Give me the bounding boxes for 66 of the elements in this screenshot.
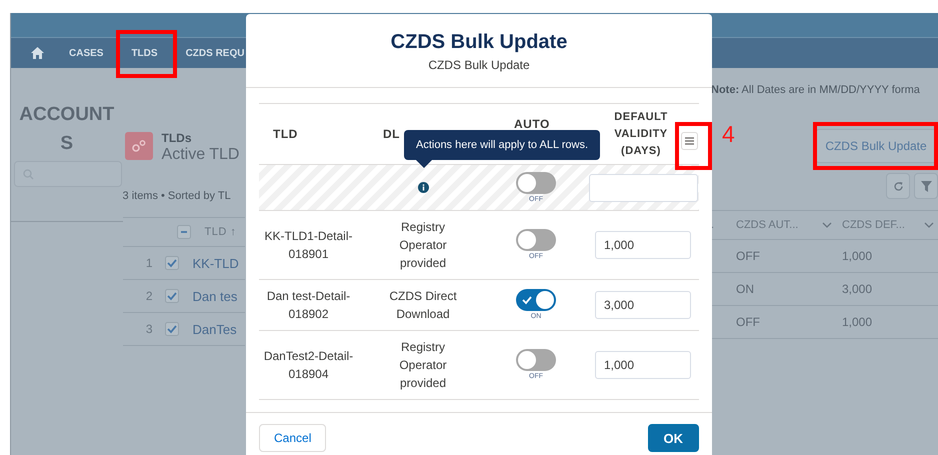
row-checkbox[interactable] [164,256,179,270]
home-icon[interactable] [31,47,44,59]
menu-button[interactable] [681,132,698,150]
validity-input[interactable]: 1,000 [595,351,691,379]
step-number: 4 [722,121,735,147]
tld-link[interactable]: DanTes [192,322,237,336]
validity-input[interactable] [589,174,698,202]
table-cell-text: CZDS Direct Download [388,288,458,323]
column-header[interactable]: TLD ↑ [204,226,236,238]
table-cell-text: 3,000 [842,282,874,296]
row-number: 1 [144,256,154,270]
toggle-switch[interactable] [516,229,556,251]
nav-tab[interactable]: CZDS REQU [186,48,244,58]
highlight-frame [116,30,177,78]
date-format-note: Note: All Dates are in MM/DD/YYYY forma [711,84,920,97]
column-header: . [711,219,716,231]
sidebar-title: ACCOUNTS [18,103,116,156]
column-header[interactable]: CZDS DEF... [842,219,905,231]
cancel-button[interactable]: Cancel [259,424,326,452]
table-cell-text: 1,000 [842,315,874,329]
row-number: 3 [144,322,154,336]
filter-icon [920,180,932,192]
row-checkbox[interactable] [164,322,179,336]
toggle-switch[interactable] [516,349,556,371]
toggle-switch[interactable] [516,289,556,311]
row-checkbox[interactable] [164,289,179,303]
validity-input[interactable]: 1,000 [595,231,691,259]
object-label: TLDs [162,132,192,145]
nav-tab[interactable]: CASES [69,48,104,58]
tld-link[interactable]: KK-TLD [192,256,239,270]
table-cell-text: OFF [736,249,761,263]
ok-button[interactable]: OK [648,424,699,452]
validity-input[interactable]: 3,000 [595,291,691,319]
table-cell-text: DanTest2-Detail-018904 [262,348,354,383]
select-all-checkbox[interactable] [176,225,191,239]
list-view-title[interactable]: Active TLD [162,145,240,165]
object-icon [124,132,153,160]
modal-subtitle: CZDS Bulk Update [428,58,530,72]
menu-icon [685,137,694,145]
table-cell-text: ON [736,282,755,296]
chevron-down-icon[interactable] [924,222,934,228]
column-header: TLD [272,127,299,141]
refresh-button[interactable] [886,173,910,199]
column-header: DL [382,127,400,141]
table-cell-text: OFF [736,315,761,329]
nav-tab[interactable]: TLDS [131,48,158,58]
bulk-update-button[interactable]: CZDS Bulk Update [815,129,936,163]
table-cell-text: 1,000 [842,249,874,263]
table-cell-text: Dan test-Detail-018902 [266,288,352,323]
highlight-frame [675,122,712,170]
table-cell-text: KK-TLD1-Detail-018901 [263,228,354,263]
table-cell-text: Registry Operator provided [398,339,448,392]
tooltip: Actions here will apply to ALL rows. [404,130,600,168]
column-header: DEFAULT VALIDITY (DAYS) [613,110,669,158]
row-number: 2 [144,289,154,303]
filter-button[interactable] [914,173,938,199]
info-icon[interactable] [418,182,428,193]
toggle-switch[interactable] [516,172,556,194]
tld-link[interactable]: Dan tes [192,288,238,304]
chevron-down-icon[interactable] [822,222,832,228]
refresh-icon [892,180,904,192]
column-header[interactable]: CZDS AUT... [736,219,798,231]
table-cell-text: Registry Operator provided [398,219,448,272]
modal-title: CZDS Bulk Update [390,30,568,54]
list-summary: 3 items • Sorted by TL [122,190,231,203]
column-header: AUTO [513,116,550,131]
